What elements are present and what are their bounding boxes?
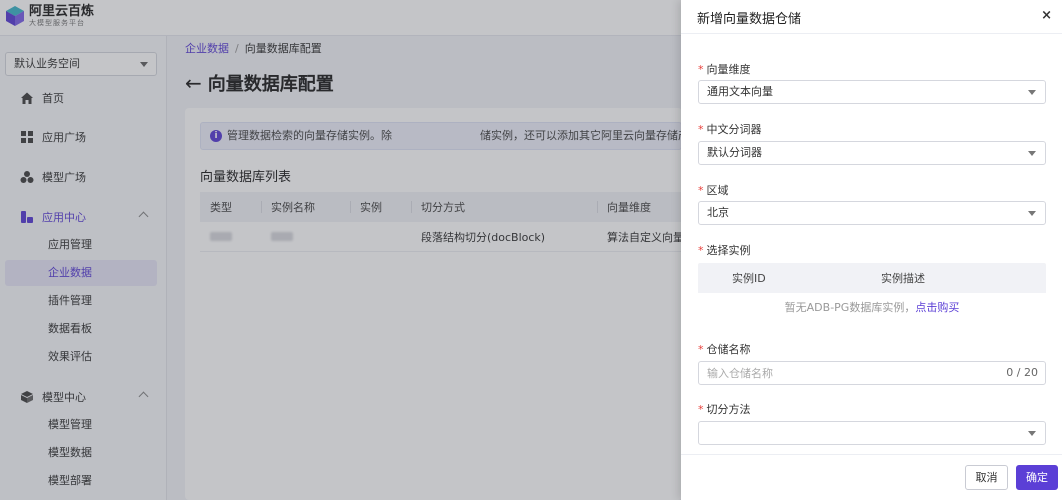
- close-icon[interactable]: ×: [1041, 8, 1052, 23]
- field-label-region: * 区域: [698, 184, 729, 197]
- field-label-tokenizer: * 中文分词器: [698, 123, 762, 136]
- instance-empty-state: 暂无ADB-PG数据库实例，点击购买: [698, 293, 1046, 323]
- drawer-footer: 取消 确定: [681, 454, 1062, 500]
- column-header: 实例ID: [732, 272, 766, 285]
- region-select[interactable]: 北京: [698, 201, 1046, 225]
- caret-down-icon: [1028, 211, 1036, 216]
- required-mark: *: [698, 63, 704, 76]
- drawer-title: 新增向量数据仓储: [697, 12, 802, 27]
- field-label-instance: * 选择实例: [698, 244, 751, 257]
- drawer-header: 新增向量数据仓储 ×: [681, 0, 1062, 34]
- required-mark: *: [698, 184, 704, 197]
- column-header: 实例描述: [881, 272, 925, 285]
- cancel-button[interactable]: 取消: [965, 465, 1008, 490]
- field-label-dimension: * 向量维度: [698, 63, 751, 76]
- tokenizer-select[interactable]: 默认分词器: [698, 141, 1046, 165]
- region-select-value: 北京: [707, 206, 729, 219]
- tokenizer-select-value: 默认分词器: [707, 146, 762, 159]
- required-mark: *: [698, 244, 704, 257]
- instance-table-header: 实例ID 实例描述: [698, 263, 1046, 293]
- caret-down-icon: [1028, 151, 1036, 156]
- field-label-split-method: * 切分方法: [698, 403, 751, 416]
- dimension-select[interactable]: 通用文本向量: [698, 80, 1046, 104]
- empty-text: 暂无ADB-PG数据库实例，: [784, 301, 916, 314]
- caret-down-icon: [1028, 431, 1036, 436]
- instance-table: 实例ID 实例描述 暂无ADB-PG数据库实例，点击购买: [698, 263, 1046, 325]
- field-label-store-name: * 仓储名称: [698, 343, 751, 356]
- buy-link[interactable]: 点击购买: [915, 301, 959, 314]
- required-mark: *: [698, 123, 704, 136]
- modal-overlay[interactable]: [0, 0, 681, 500]
- required-mark: *: [698, 343, 704, 356]
- char-counter: 0 / 20: [1006, 366, 1038, 379]
- add-vector-store-drawer: 新增向量数据仓储 × * 向量维度 通用文本向量 * 中文分词器 默认分词器 * 区域…: [681, 0, 1062, 500]
- split-method-select[interactable]: [698, 421, 1046, 445]
- required-mark: *: [698, 403, 704, 416]
- confirm-button[interactable]: 确定: [1016, 465, 1058, 490]
- caret-down-icon: [1028, 90, 1036, 95]
- dimension-select-value: 通用文本向量: [707, 85, 773, 98]
- store-name-input[interactable]: [698, 361, 1046, 385]
